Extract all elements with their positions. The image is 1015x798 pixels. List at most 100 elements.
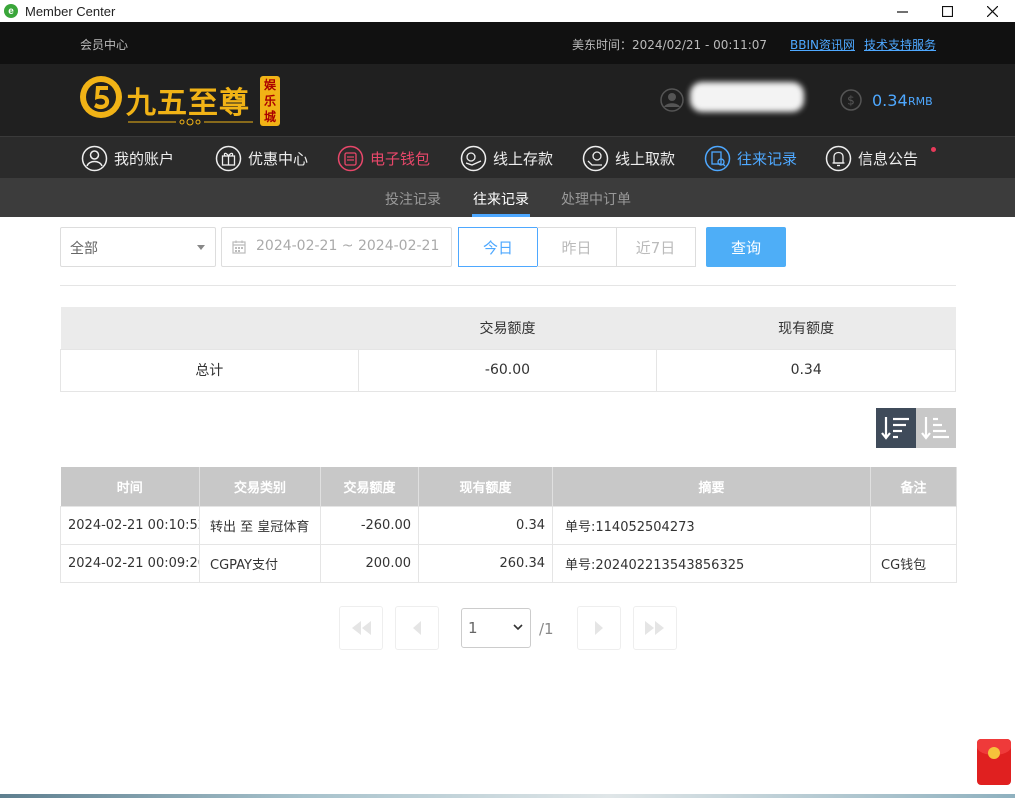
yesterday-button[interactable]: 昨日 — [537, 227, 617, 267]
nav-announcements[interactable]: 信息公告 — [825, 137, 918, 179]
cell-balance: 260.34 — [418, 543, 553, 583]
chevron-right-icon — [595, 621, 603, 635]
nav-online-withdraw[interactable]: 线上取款 — [582, 137, 675, 179]
top-info-bar: 会员中心 美东时间：2024/02/21 - 00:11:07 BBIN资讯网 … — [0, 22, 1015, 64]
svg-text:$: $ — [847, 94, 855, 108]
sort-descending-button[interactable] — [876, 408, 916, 448]
gift-icon — [215, 145, 242, 171]
nav-label: 我的账户 — [114, 149, 175, 168]
site-logo[interactable]: 九五至尊 娱乐城 — [78, 72, 288, 128]
window-controls — [880, 0, 1015, 22]
cell-amount: -260.00 — [320, 505, 419, 545]
cell-time: 2024-02-21 00:09:20 — [60, 543, 200, 583]
cell-summary: 单号:114052504273 — [552, 505, 871, 545]
desktop-background-strip — [0, 794, 1015, 798]
page-select-value: 1 — [468, 619, 478, 637]
last-7-days-button[interactable]: 近7日 — [616, 227, 696, 267]
nav-label: 信息公告 — [858, 149, 919, 168]
nav-transaction-records[interactable]: 往来记录 — [704, 137, 797, 179]
logo-text: 九五至尊 — [126, 86, 250, 121]
chevron-down-icon — [513, 624, 523, 631]
cell-type: 转出 至 皇冠体育 — [199, 505, 321, 545]
deposit-icon — [460, 145, 487, 171]
cell-summary: 单号:202402213543856325 — [552, 543, 871, 583]
section-divider — [60, 285, 956, 286]
summary-cell: -60.00 — [357, 348, 658, 392]
subnav-bet-records[interactable]: 投注记录 — [385, 189, 441, 209]
close-button[interactable] — [970, 0, 1015, 22]
user-circle-icon — [81, 145, 108, 171]
coin-icon — [988, 747, 1000, 759]
close-icon — [987, 5, 998, 17]
red-envelope-button[interactable] — [977, 739, 1011, 785]
nav-promotions[interactable]: 优惠中心 — [215, 137, 308, 179]
window-title-bar: e Member Center — [0, 0, 1015, 22]
nav-my-account[interactable]: 我的账户 — [81, 137, 174, 179]
sort-ascending-icon — [921, 417, 949, 440]
page-total: /1 — [539, 620, 554, 638]
column-header: 交易类别 — [199, 467, 321, 506]
notification-dot — [931, 147, 936, 152]
withdraw-icon — [582, 145, 609, 171]
nav-label: 优惠中心 — [248, 149, 309, 168]
column-header: 摘要 — [552, 467, 871, 506]
subnav-active-indicator — [472, 214, 530, 217]
bbin-info-link[interactable]: BBIN资讯网 — [790, 36, 855, 53]
cell-note — [870, 505, 957, 545]
summary-table: 交易额度 现有额度 总计 -60.00 0.34 — [60, 307, 956, 392]
table-row: 2024-02-21 00:10:52 转出 至 皇冠体育 -260.00 0.… — [60, 505, 957, 545]
double-chevron-right-icon — [645, 621, 664, 635]
sort-ascending-button[interactable] — [916, 408, 956, 448]
balance-amount: 0.34 — [872, 91, 908, 110]
maximize-button[interactable] — [925, 0, 970, 22]
summary-cell: 0.34 — [656, 348, 956, 392]
column-header: 时间 — [60, 467, 200, 506]
logo-badge: 娱乐城 — [260, 76, 280, 126]
previous-page-button[interactable] — [395, 606, 439, 650]
sort-descending-icon — [881, 417, 909, 440]
records-table: 时间 交易类别 交易额度 现有额度 摘要 备注 2024-02-21 00:10… — [60, 467, 957, 583]
summary-header-row: 交易额度 现有额度 — [60, 307, 956, 349]
nav-label: 线上存款 — [493, 149, 554, 168]
date-range-value: 2024-02-21 ~ 2024-02-21 — [256, 238, 440, 254]
bell-icon — [825, 145, 852, 171]
caret-down-icon — [197, 245, 205, 250]
minimize-button[interactable] — [880, 0, 925, 22]
summary-cell: 总计 — [60, 348, 359, 392]
site-header: 九五至尊 娱乐城 $ 0.34 RMB — [0, 64, 1015, 136]
username-obscured — [690, 82, 804, 112]
records-icon — [704, 145, 731, 171]
summary-header-cell — [60, 307, 359, 349]
nav-label: 线上取款 — [615, 149, 676, 168]
eastern-time: 美东时间：2024/02/21 - 00:11:07 — [572, 38, 768, 52]
last-page-button[interactable] — [633, 606, 677, 650]
cell-amount: 200.00 — [320, 543, 419, 583]
cell-time: 2024-02-21 00:10:52 — [60, 505, 200, 545]
date-range-input[interactable]: 2024-02-21 ~ 2024-02-21 — [221, 227, 452, 267]
table-row: 2024-02-21 00:09:20 CGPAY支付 200.00 260.3… — [60, 543, 957, 583]
nav-label: 电子钱包 — [370, 149, 431, 168]
page-select[interactable]: 1 — [461, 608, 531, 648]
next-page-button[interactable] — [577, 606, 621, 650]
summary-header-cell: 现有额度 — [656, 307, 956, 349]
subnav-transaction-records[interactable]: 往来记录 — [473, 189, 529, 209]
user-avatar-icon[interactable] — [660, 88, 684, 112]
nav-online-deposit[interactable]: 线上存款 — [460, 137, 553, 179]
tech-support-link[interactable]: 技术支持服务 — [864, 36, 936, 53]
nav-e-wallet[interactable]: 电子钱包 — [337, 137, 430, 179]
summary-total-row: 总计 -60.00 0.34 — [60, 348, 956, 392]
double-chevron-left-icon — [352, 621, 371, 635]
transaction-type-select[interactable]: 全部 — [60, 227, 216, 267]
sub-nav: 投注记录 往来记录 处理中订单 — [0, 178, 1015, 217]
cell-type: CGPAY支付 — [199, 543, 321, 583]
summary-header-cell: 交易额度 — [358, 307, 657, 349]
query-button[interactable]: 查询 — [706, 227, 786, 267]
member-center-label[interactable]: 会员中心 — [80, 36, 128, 53]
first-page-button[interactable] — [339, 606, 383, 650]
subnav-pending-orders[interactable]: 处理中订单 — [561, 189, 631, 209]
records-header-row: 时间 交易类别 交易额度 现有额度 摘要 备注 — [60, 467, 957, 506]
cell-balance: 0.34 — [418, 505, 553, 545]
logo-flourish-icon — [128, 118, 253, 126]
app-icon: e — [4, 4, 18, 18]
today-button[interactable]: 今日 — [458, 227, 538, 267]
